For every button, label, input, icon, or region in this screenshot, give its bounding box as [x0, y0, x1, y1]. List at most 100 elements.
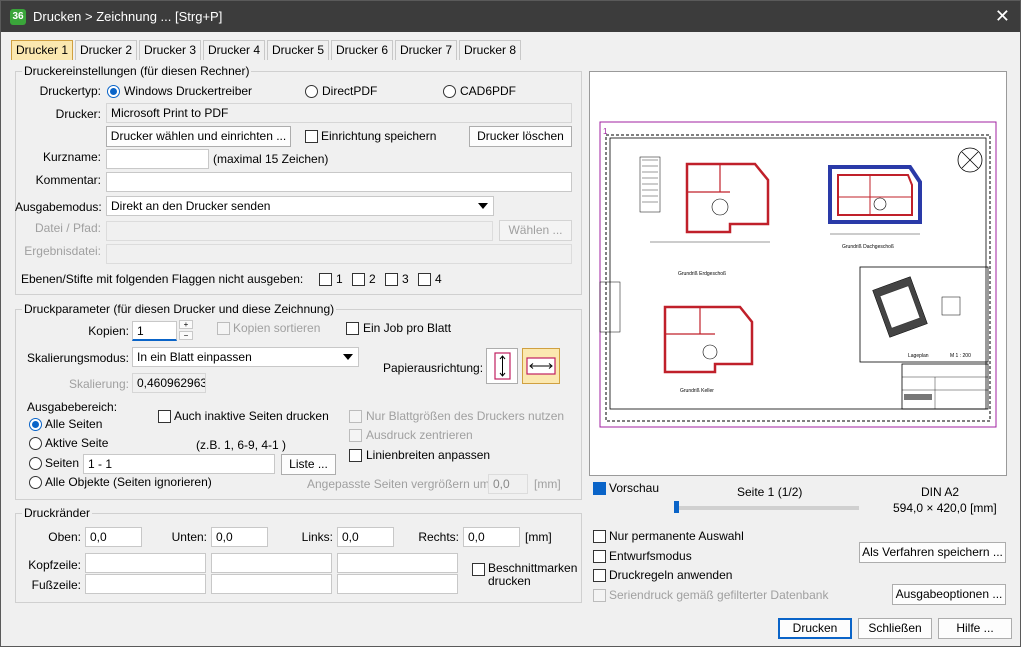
inactive-pages-label: Auch inaktive Seiten drucken — [174, 409, 329, 423]
choose-file-button[interactable]: Wählen ... — [499, 220, 572, 241]
footer-center-input[interactable] — [211, 574, 332, 594]
header-label: Kopfzeile: — [28, 558, 81, 572]
radio-all-objects[interactable] — [29, 476, 42, 489]
margin-bottom-input[interactable]: 0,0 — [211, 527, 268, 547]
flag-3-checkbox[interactable] — [385, 273, 398, 286]
output-mode-select[interactable]: Direkt an den Drucker senden — [106, 196, 494, 216]
window-title: Drucken > Zeichnung ... [Strg+P] — [33, 9, 223, 24]
line-width-label: Linienbreiten anpassen — [366, 448, 491, 462]
copies-increment-button[interactable]: + — [179, 320, 193, 329]
footer-right-input[interactable] — [337, 574, 458, 594]
radio-directpdf[interactable] — [305, 85, 318, 98]
print-rules-checkbox[interactable] — [593, 569, 606, 582]
file-path-label: Datei / Pfad: — [34, 221, 101, 235]
preview-page-label: Seite 1 (1/2) — [737, 485, 803, 499]
save-setup-checkbox[interactable] — [305, 130, 318, 143]
flag-1-label: 1 — [336, 272, 343, 286]
flag-4-label: 4 — [435, 272, 442, 286]
ground-floor-plan: Grundriß Erdgeschoß — [639, 156, 770, 277]
layers-flags-label: Ebenen/Stifte mit folgenden Flaggen nich… — [21, 272, 304, 286]
chevron-down-icon — [478, 203, 488, 209]
tab-printer-7[interactable]: Drucker 7 — [395, 40, 457, 60]
header-center-input[interactable] — [211, 553, 332, 573]
delete-printer-button[interactable]: Drucker löschen — [469, 126, 572, 147]
close-icon[interactable]: ✕ — [995, 6, 1010, 26]
inactive-pages-checkbox[interactable] — [158, 410, 171, 423]
flag-2-checkbox[interactable] — [352, 273, 365, 286]
landscape-icon — [526, 357, 556, 375]
plan-label-roof: Grundriß Dachgeschoß — [842, 244, 894, 250]
save-procedure-button[interactable]: Als Verfahren speichern ... — [859, 542, 1006, 563]
sort-copies-checkbox[interactable] — [217, 322, 230, 335]
tab-printer-2[interactable]: Drucker 2 — [75, 40, 137, 60]
tab-printer-4[interactable]: Drucker 4 — [203, 40, 265, 60]
header-left-input[interactable] — [85, 553, 206, 573]
flag-4-checkbox[interactable] — [418, 273, 431, 286]
radio-all-pages[interactable] — [29, 418, 42, 431]
tab-printer-8[interactable]: Drucker 8 — [459, 40, 521, 60]
print-params-title: Druckparameter (für diesen Drucker und d… — [22, 302, 337, 316]
plan-label-basement: Grundriß Keller — [680, 388, 714, 394]
serial-print-checkbox[interactable] — [593, 589, 606, 602]
landscape-button[interactable] — [522, 348, 560, 384]
comment-input[interactable] — [106, 172, 572, 192]
help-button[interactable]: Hilfe ... — [938, 618, 1012, 639]
line-width-checkbox[interactable] — [349, 449, 362, 462]
scale-mode-label: Skalierungsmodus: — [26, 351, 129, 365]
page-slider-track[interactable] — [677, 506, 859, 510]
radio-cad6pdf[interactable] — [443, 85, 456, 98]
draft-mode-checkbox[interactable] — [593, 550, 606, 563]
copies-decrement-button[interactable]: − — [179, 331, 193, 340]
tab-printer-1[interactable]: Drucker 1 — [11, 40, 73, 60]
tab-printer-5[interactable]: Drucker 5 — [267, 40, 329, 60]
print-preview[interactable]: 1 Grundriß Erdgeschoß Grundriß Dachgesch… — [589, 71, 1007, 476]
choose-printer-button[interactable]: Drucker wählen und einrichten ... — [106, 126, 291, 147]
tab-printer-3[interactable]: Drucker 3 — [139, 40, 201, 60]
result-file-field — [106, 244, 572, 264]
permanent-selection-checkbox[interactable] — [593, 530, 606, 543]
file-path-input[interactable] — [106, 221, 493, 241]
center-print-checkbox[interactable] — [349, 429, 362, 442]
one-job-checkbox[interactable] — [346, 322, 359, 335]
shortname-input[interactable] — [106, 149, 209, 169]
radio-pages-label: Seiten — [45, 456, 80, 470]
header-right-input[interactable] — [337, 553, 458, 573]
permanent-selection-label: Nur permanente Auswahl — [609, 529, 744, 543]
pages-input[interactable]: 1 - 1 — [83, 454, 275, 474]
print-button[interactable]: Drucken — [778, 618, 852, 639]
output-options-button[interactable]: Ausgabeoptionen ... — [892, 584, 1006, 605]
page-slider-thumb[interactable] — [674, 501, 679, 513]
site-plan: Lageplan M 1 : 200 — [859, 266, 989, 363]
scale-mode-value: In ein Blatt einpassen — [137, 350, 252, 364]
margin-top-input[interactable]: 0,0 — [85, 527, 142, 547]
copies-input[interactable]: 1 — [132, 321, 177, 341]
close-button[interactable]: Schließen — [858, 618, 932, 639]
margin-bottom-label: Unten: — [171, 530, 207, 544]
radio-pages[interactable] — [29, 457, 42, 470]
tab-printer-6[interactable]: Drucker 6 — [331, 40, 393, 60]
enlarge-input[interactable]: 0,0 — [488, 474, 528, 494]
save-setup-label: Einrichtung speichern — [321, 129, 437, 143]
printer-type-label: Druckertyp: — [39, 84, 101, 98]
radio-directpdf-label: DirectPDF — [322, 84, 378, 98]
margin-left-input[interactable]: 0,0 — [337, 527, 394, 547]
footer-left-input[interactable] — [85, 574, 206, 594]
plan-label-ground: Grundriß Erdgeschoß — [678, 271, 726, 277]
radio-active-page[interactable] — [29, 437, 42, 450]
only-paper-sizes-checkbox[interactable] — [349, 410, 362, 423]
portrait-button[interactable] — [486, 348, 518, 384]
crop-marks-label: Beschnittmarken drucken — [488, 561, 578, 588]
margin-unit: [mm] — [525, 530, 552, 544]
margin-right-input[interactable]: 0,0 — [463, 527, 520, 547]
crop-marks-checkbox[interactable] — [472, 563, 485, 576]
scale-value-field: 0,460962963 — [132, 373, 206, 393]
pages-list-button[interactable]: Liste ... — [281, 454, 336, 475]
output-range-label: Ausgabebereich: — [27, 400, 118, 414]
preview-checkbox[interactable] — [593, 482, 606, 495]
enlarge-label: Angepasste Seiten vergrößern um: — [307, 477, 494, 491]
printer-label: Drucker: — [55, 107, 101, 121]
flag-1-checkbox[interactable] — [319, 273, 332, 286]
radio-windows-driver[interactable] — [107, 85, 120, 98]
copies-label: Kopien: — [88, 324, 129, 338]
scale-mode-select[interactable]: In ein Blatt einpassen — [132, 347, 359, 367]
